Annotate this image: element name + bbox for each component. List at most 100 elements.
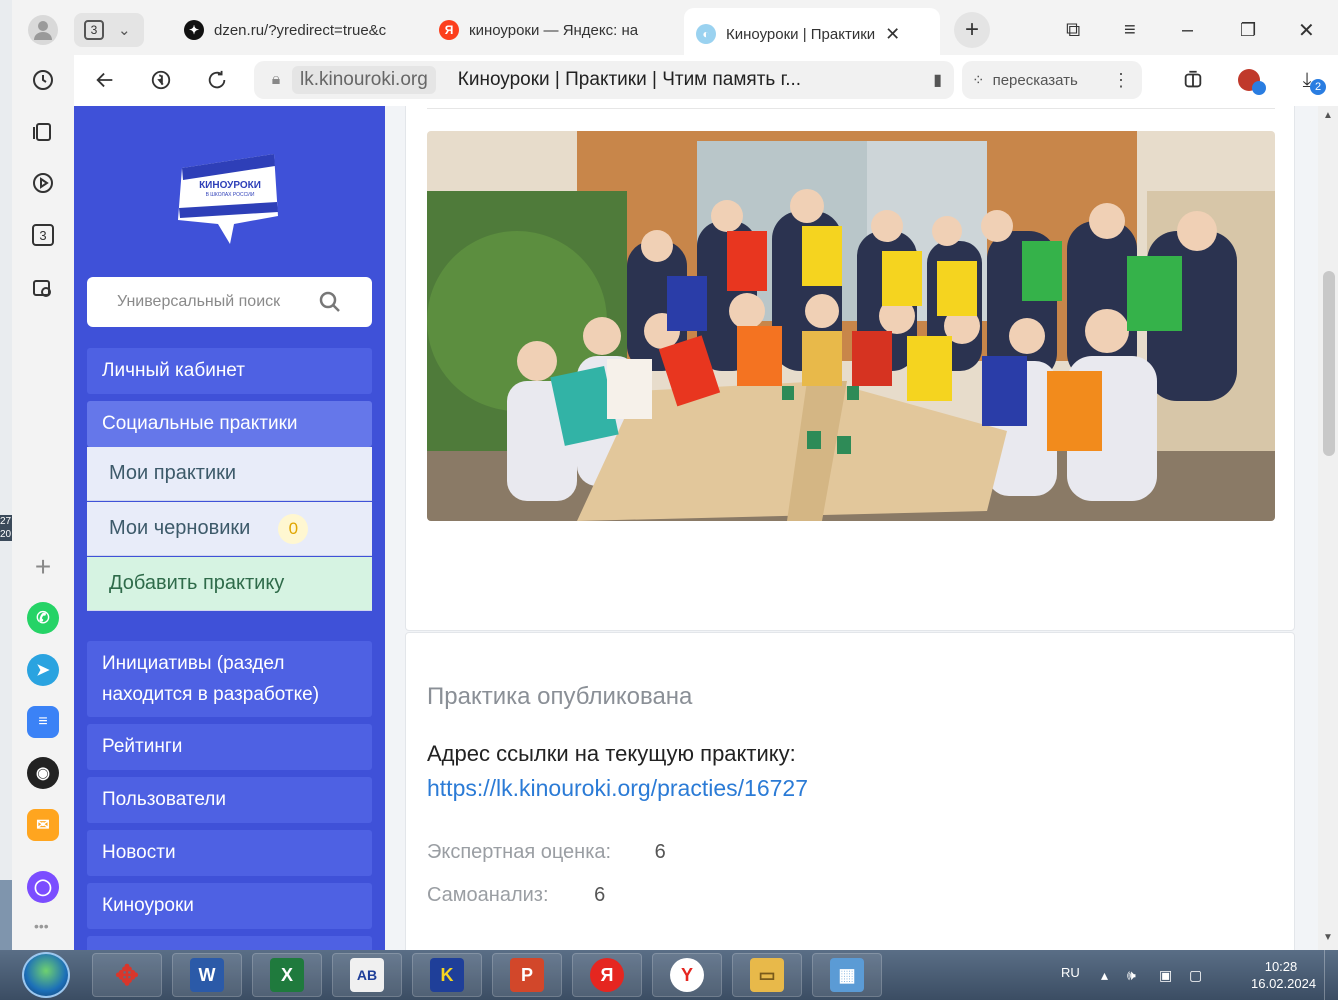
nav-initiatives[interactable]: Инициативы (раздел находится в разработк…: [87, 641, 372, 717]
nav-label: Личный кабинет: [102, 360, 245, 381]
more-options-icon[interactable]: ⋮: [1112, 70, 1130, 91]
practice-link[interactable]: https://lk.kinouroki.org/practies/16727: [427, 775, 808, 802]
self-analysis-row: Самоанализ: 6: [427, 884, 605, 907]
scroll-down-icon[interactable]: ▼: [1323, 932, 1333, 943]
show-desktop-button[interactable]: [1324, 950, 1338, 1000]
nav-label: Новости: [102, 842, 176, 863]
nav-next-item[interactable]: [87, 936, 372, 950]
scrollbar-thumb[interactable]: [1323, 271, 1335, 456]
nav-news[interactable]: Новости: [87, 830, 372, 876]
minimize-button[interactable]: –: [1182, 9, 1193, 51]
taskbar-app-red-star[interactable]: ✥: [92, 953, 162, 997]
domain-label: lk.kinouroki.org: [292, 66, 436, 94]
nav-add-practice[interactable]: Добавить практику: [87, 557, 372, 611]
profile-avatar[interactable]: [28, 15, 58, 45]
tab-bar: 3 ⌄ ✦ dzen.ru/?yredirect=true&c Я киноур…: [74, 0, 1338, 60]
search-icon[interactable]: [318, 290, 342, 314]
user-icon: [34, 21, 52, 40]
class-photo-illustration: [427, 131, 1275, 521]
abc-net-icon: AB: [350, 958, 384, 992]
logo-title: КИНОУРОКИ: [199, 180, 261, 191]
language-indicator[interactable]: RU: [1061, 965, 1080, 980]
new-tab-button[interactable]: +: [954, 12, 990, 48]
lock-icon[interactable]: 🔒︎: [260, 66, 292, 94]
history-button[interactable]: [28, 65, 58, 95]
picture-icon: ▦: [830, 958, 864, 992]
close-window-button[interactable]: ✕: [1298, 9, 1315, 51]
taskbar-abc-net[interactable]: AB: [332, 953, 402, 997]
desktop-edge: 27 20.: [0, 0, 12, 950]
nav-my-drafts[interactable]: Мои черновики 0: [87, 502, 372, 556]
notes-icon[interactable]: ≡: [27, 706, 59, 738]
clock-time: 10:28: [1264, 959, 1298, 974]
camera-icon: [33, 280, 51, 297]
retell-button[interactable]: ⁘ пересказать ⋮: [962, 61, 1142, 99]
expert-score-row: Экспертная оценка: 6: [427, 841, 666, 864]
start-button[interactable]: [22, 952, 70, 998]
add-app-button[interactable]: +: [28, 551, 58, 582]
search-placeholder: Универсальный поиск: [117, 293, 281, 310]
yandex-app-icon: Я: [590, 958, 624, 992]
nav-kinouroki[interactable]: Киноуроки: [87, 883, 372, 929]
nav-users[interactable]: Пользователи: [87, 777, 372, 823]
nav-my-practices[interactable]: Мои практики: [87, 447, 372, 501]
restore-button[interactable]: ❐: [1240, 9, 1256, 51]
extension-badge-button[interactable]: [1234, 65, 1266, 95]
taskbar-yandex[interactable]: Я: [572, 953, 642, 997]
action-center-icon[interactable]: ▢: [1189, 967, 1202, 984]
tab-dzen[interactable]: ✦ dzen.ru/?yredirect=true&c: [184, 9, 424, 51]
practice-photo[interactable]: [427, 131, 1275, 521]
menu-icon[interactable]: ≡: [1124, 9, 1136, 51]
nav-label: Мои практики: [109, 462, 237, 484]
downloads-badge: 2: [1310, 79, 1326, 95]
tray-expand-icon[interactable]: ▴: [1101, 967, 1108, 984]
close-tab-icon[interactable]: ✕: [885, 24, 900, 45]
address-bar[interactable]: 🔒︎ lk.kinouroki.org Киноуроки | Практики…: [254, 61, 954, 99]
mail-icon[interactable]: ✉: [27, 809, 59, 841]
practice-published-card: Практика опубликована Адрес ссылки на те…: [405, 632, 1295, 950]
tab-yandex-search[interactable]: Я киноуроки — Яндекс: на: [439, 9, 674, 51]
scroll-up-icon[interactable]: ▲: [1323, 110, 1333, 121]
nav-social-practices[interactable]: Социальные практики: [87, 401, 372, 447]
tab-list-icon[interactable]: ⧉: [1066, 9, 1080, 51]
video-button[interactable]: [28, 168, 58, 198]
reload-button[interactable]: [202, 65, 232, 95]
screenshot-button[interactable]: [28, 273, 58, 303]
page-scrollbar[interactable]: ▲ ▼: [1318, 106, 1338, 950]
telegram-icon[interactable]: ➤: [27, 654, 59, 686]
taskbar-word[interactable]: W: [172, 953, 242, 997]
powerpoint-icon: P: [510, 958, 544, 992]
collections-button[interactable]: [28, 117, 58, 147]
nav-personal-cabinet[interactable]: Личный кабинет: [87, 348, 372, 394]
yandex-home-button[interactable]: [146, 65, 176, 95]
nav-ratings[interactable]: Рейтинги: [87, 724, 372, 770]
tab-group-button[interactable]: 3 ⌄: [74, 13, 144, 47]
tab-kinouroki[interactable]: ◐ Киноуроки | Практики ✕: [684, 8, 940, 60]
tab-count-label: 3: [32, 224, 54, 246]
nav-label: Рейтинги: [102, 736, 183, 757]
bookmark-icon[interactable]: ▮: [933, 70, 942, 90]
kinouroki-logo[interactable]: КИНОУРОКИ В ШКОЛАХ РОССИИ: [174, 146, 284, 246]
desktop-clock-fragment: 27 20.: [0, 515, 12, 541]
nav-label: Пользователи: [102, 789, 227, 810]
taskbar-powerpoint[interactable]: P: [492, 953, 562, 997]
taskbar-explorer[interactable]: ▭: [732, 953, 802, 997]
network-icon[interactable]: ▣: [1159, 967, 1172, 984]
volume-icon[interactable]: 🕪︎: [1127, 967, 1136, 984]
taskbar-picture-viewer[interactable]: ▦: [812, 953, 882, 997]
taskbar-yandex-browser[interactable]: Y: [652, 953, 722, 997]
downloads-button[interactable]: ⤓ 2: [1292, 65, 1326, 95]
taskbar-excel[interactable]: X: [252, 953, 322, 997]
taskbar-clock[interactable]: 10:28 16.02.2024: [1251, 958, 1316, 992]
tabs-count-button[interactable]: 3: [28, 220, 58, 250]
music-icon[interactable]: ◉: [27, 757, 59, 789]
universal-search[interactable]: Универсальный поиск: [87, 277, 372, 327]
windows-taskbar: ✥ W X AB K P Я Y ▭ ▦ RU ▴ 🕪︎ ▣ ▢ 10:28 1…: [0, 950, 1338, 1000]
extensions-button[interactable]: [1178, 65, 1208, 95]
expert-score-value: 6: [654, 841, 666, 863]
taskbar-k-app[interactable]: K: [412, 953, 482, 997]
whatsapp-icon[interactable]: ✆: [27, 602, 59, 634]
alice-icon[interactable]: ◯: [27, 871, 59, 903]
more-apps-icon[interactable]: •••: [34, 918, 49, 934]
back-button[interactable]: [90, 65, 120, 95]
